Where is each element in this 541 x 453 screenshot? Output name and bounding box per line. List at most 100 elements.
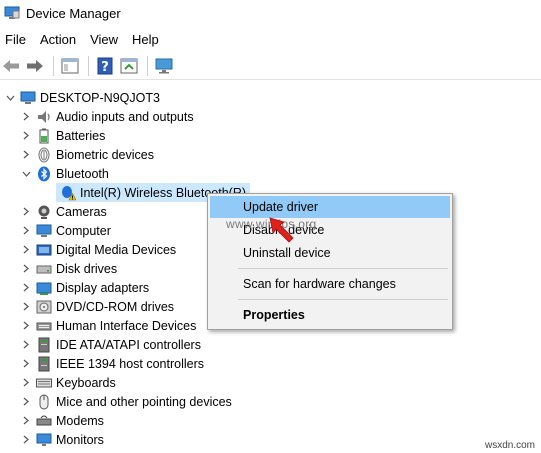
keyboard-icon <box>36 375 52 391</box>
hid-icon <box>36 318 52 334</box>
chevron-right-icon[interactable] <box>20 373 32 392</box>
tree-item-biometric[interactable]: Biometric devices <box>20 145 154 164</box>
corner-watermark: wsxdn.com <box>484 440 535 451</box>
tree-item-label: Monitors <box>56 432 104 447</box>
context-menu: Update driver Disable device Uninstall d… <box>207 193 453 330</box>
svg-text:?: ? <box>101 60 109 75</box>
menu-file[interactable]: File <box>0 32 35 47</box>
tree-root[interactable]: DESKTOP-N9QJOT3 <box>4 88 160 107</box>
toolbar-separator <box>53 55 54 76</box>
modem-icon <box>36 413 52 429</box>
toolbar-separator <box>88 55 89 76</box>
tree-item-modems[interactable]: Modems <box>20 411 104 430</box>
chevron-right-icon[interactable] <box>20 221 32 240</box>
tree-item-batteries[interactable]: Batteries <box>20 126 105 145</box>
device-manager-window: Device Manager File Action View Help ? D… <box>0 0 541 453</box>
tree-root-label: DESKTOP-N9QJOT3 <box>40 90 160 105</box>
ieee1394-icon <box>36 356 52 372</box>
chevron-right-icon[interactable] <box>20 259 32 278</box>
menu-action[interactable]: Action <box>35 32 85 47</box>
tree-item-label: DVD/CD-ROM drives <box>56 299 175 314</box>
disk-drive-icon <box>36 261 52 277</box>
menu-bar: File Action View Help <box>0 28 168 50</box>
tree-item-ide[interactable]: IDE ATA/ATAPI controllers <box>20 335 201 354</box>
tree-item-label: Audio inputs and outputs <box>56 109 194 124</box>
warning-icon <box>60 185 77 201</box>
tree-item-label: Cameras <box>56 204 107 219</box>
chevron-right-icon[interactable] <box>20 107 32 126</box>
camera-icon <box>36 204 52 220</box>
forward-icon[interactable] <box>24 55 46 77</box>
chevron-down-icon[interactable] <box>20 164 32 183</box>
tree-item-cameras[interactable]: Cameras <box>20 202 107 221</box>
tree-item-digital-media[interactable]: Digital Media Devices <box>20 240 176 259</box>
media-device-icon <box>36 242 52 258</box>
tree-item-computer[interactable]: Computer <box>20 221 111 240</box>
tree-item-bluetooth[interactable]: Bluetooth <box>20 164 109 183</box>
properties-menu-item[interactable]: Properties <box>210 304 450 326</box>
scan-hardware-menu-item[interactable]: Scan for hardware changes <box>210 273 450 295</box>
tree-item-label: Computer <box>56 223 111 238</box>
update-driver-menu-item[interactable]: Update driver <box>210 196 450 218</box>
monitor-icon <box>36 432 52 448</box>
update-icon[interactable] <box>118 55 140 77</box>
chevron-right-icon[interactable] <box>20 297 32 316</box>
tree-item-label: IEEE 1394 host controllers <box>56 356 204 371</box>
tree-item-display-adapters[interactable]: Display adapters <box>20 278 149 297</box>
tree-item-dvd[interactable]: DVD/CD-ROM drives <box>20 297 174 316</box>
menu-help[interactable]: Help <box>127 32 168 47</box>
tree-item-monitors[interactable]: Monitors <box>20 430 104 449</box>
menu-separator <box>238 299 448 300</box>
toolbar: ? <box>0 52 541 80</box>
chevron-right-icon[interactable] <box>20 411 32 430</box>
dvd-icon <box>36 299 52 315</box>
computer-icon <box>36 223 52 239</box>
uninstall-device-menu-item[interactable]: Uninstall device <box>210 242 450 264</box>
tree-item-label: Modems <box>56 413 104 428</box>
chevron-right-icon[interactable] <box>20 430 32 449</box>
fingerprint-icon <box>36 147 52 163</box>
computer-icon <box>20 90 36 106</box>
tree-item-audio[interactable]: Audio inputs and outputs <box>20 107 194 126</box>
chevron-right-icon[interactable] <box>20 202 32 221</box>
chevron-right-icon[interactable] <box>20 278 32 297</box>
tree-item-label: Mice and other pointing devices <box>56 394 232 409</box>
properties-grid-icon[interactable] <box>59 55 81 77</box>
battery-icon <box>36 128 52 144</box>
tree-item-ieee1394[interactable]: IEEE 1394 host controllers <box>20 354 204 373</box>
title-bar: Device Manager <box>0 0 541 26</box>
tree-item-label: Bluetooth <box>56 166 109 181</box>
chevron-right-icon[interactable] <box>20 240 32 259</box>
back-icon[interactable] <box>0 55 22 77</box>
monitor-icon[interactable] <box>153 55 175 77</box>
tree-item-hid[interactable]: Human Interface Devices <box>20 316 196 335</box>
tree-item-label: Digital Media Devices <box>56 242 177 257</box>
menu-separator <box>238 268 448 269</box>
tree-item-mice[interactable]: Mice and other pointing devices <box>20 392 232 411</box>
tree-item-label: Batteries <box>56 128 106 143</box>
display-adapter-icon <box>36 280 52 296</box>
chevron-right-icon[interactable] <box>20 392 32 411</box>
red-arrow-icon <box>266 214 300 248</box>
chevron-right-icon[interactable] <box>20 335 32 354</box>
mouse-icon <box>36 394 52 410</box>
menu-view[interactable]: View <box>85 32 127 47</box>
bluetooth-icon <box>36 166 52 182</box>
tree-item-label: Keyboards <box>56 375 116 390</box>
window-title: Device Manager <box>26 5 121 21</box>
tree-item-keyboards[interactable]: Keyboards <box>20 373 116 392</box>
chevron-right-icon[interactable] <box>20 145 32 164</box>
tree-item-label: Display adapters <box>56 280 150 295</box>
device-manager-app-icon <box>4 6 20 20</box>
toolbar-separator <box>147 55 148 76</box>
chevron-right-icon[interactable] <box>20 126 32 145</box>
tree-item-label: IDE ATA/ATAPI controllers <box>56 337 201 352</box>
chevron-right-icon[interactable] <box>20 316 32 335</box>
chevron-right-icon[interactable] <box>20 354 32 373</box>
tree-item-label: Human Interface Devices <box>56 318 197 333</box>
tree-item-label: Disk drives <box>56 261 118 276</box>
help-icon[interactable]: ? <box>94 55 116 77</box>
tree-item-disk-drives[interactable]: Disk drives <box>20 259 117 278</box>
speaker-icon <box>36 109 52 125</box>
chevron-down-icon[interactable] <box>4 88 16 107</box>
